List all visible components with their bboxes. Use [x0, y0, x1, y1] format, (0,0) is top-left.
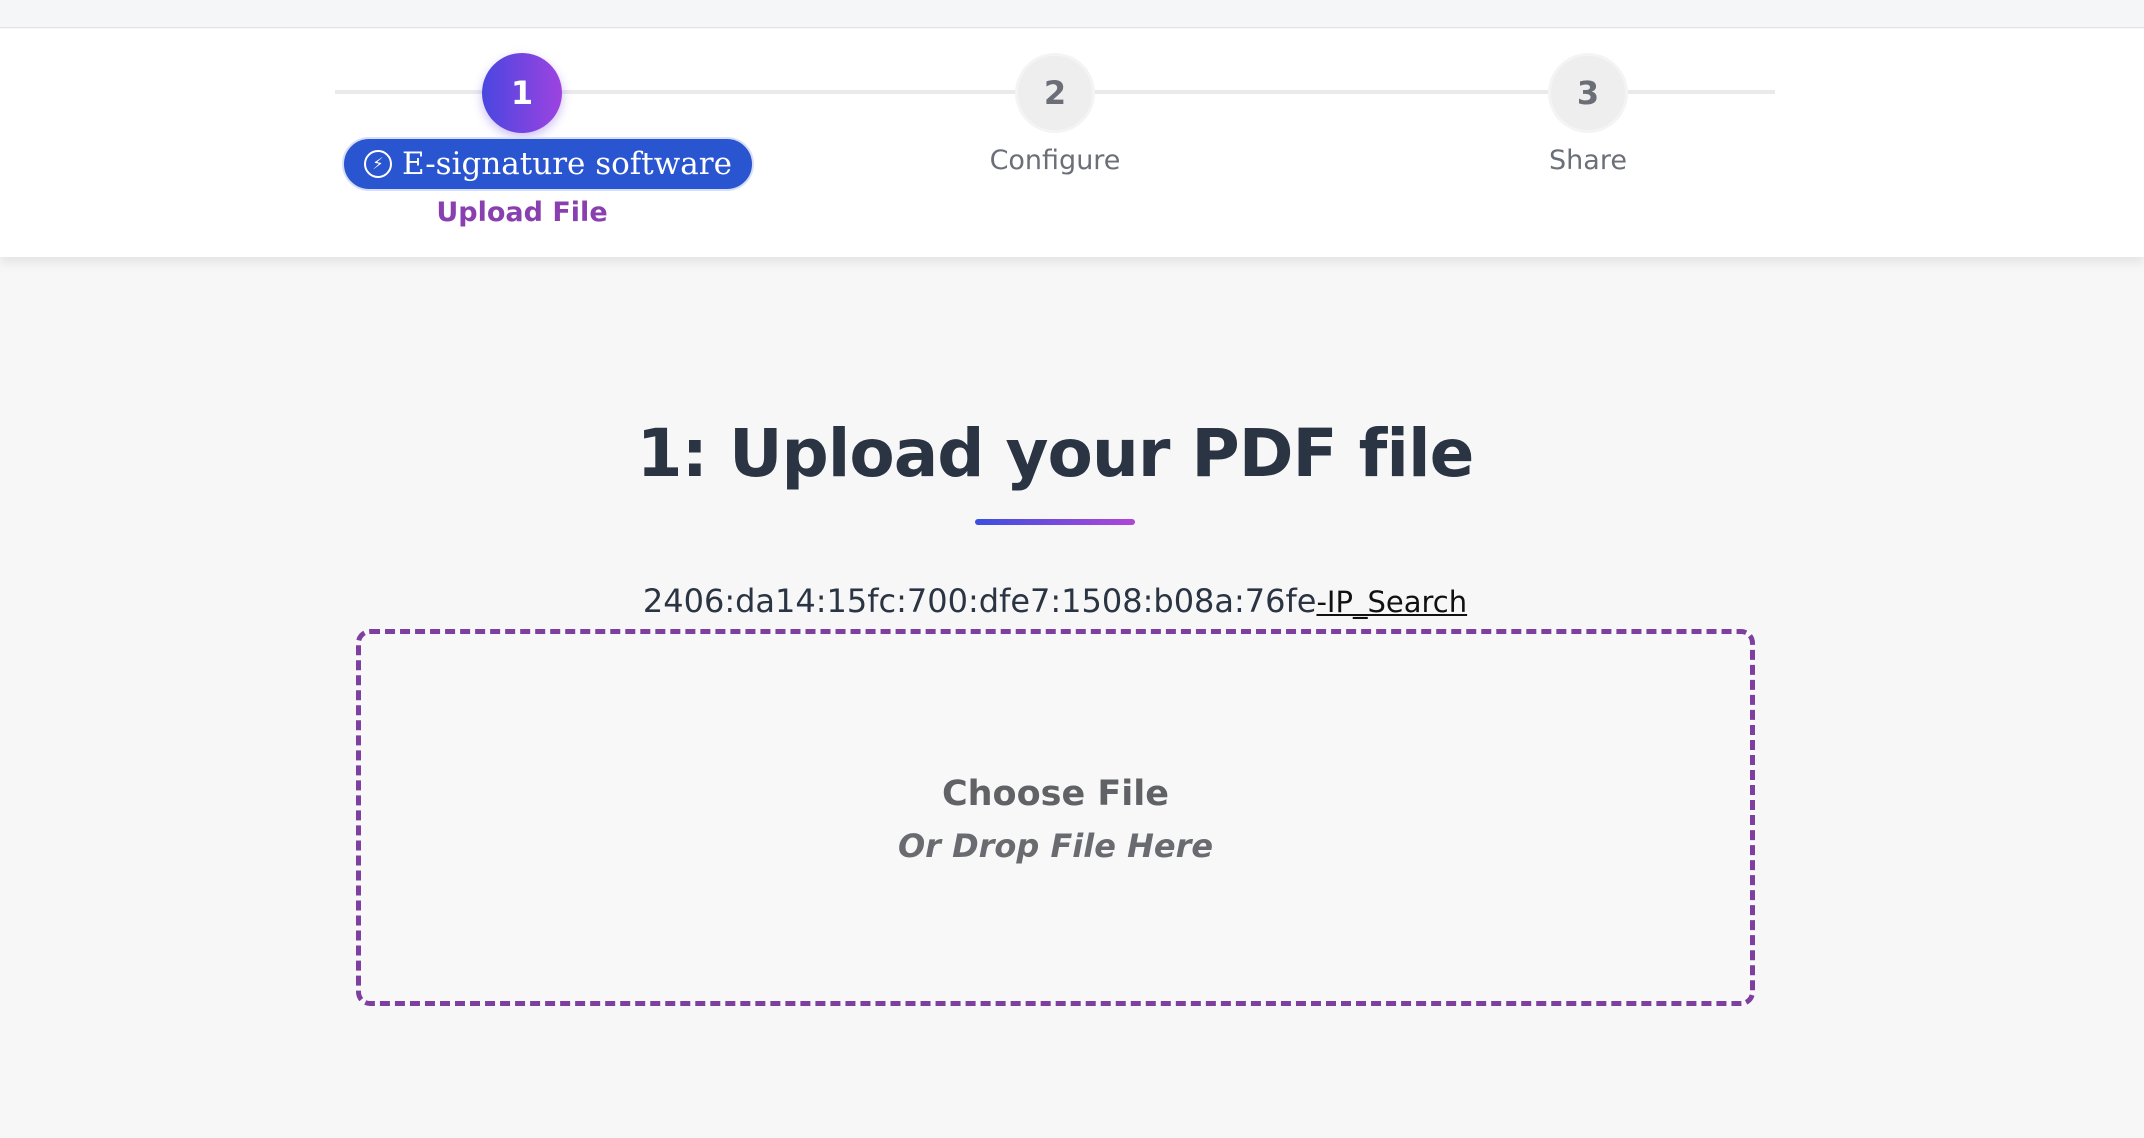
ip-address-text: 2406:da14:15fc:700:dfe7:1508:b08a:76fe — [642, 582, 1317, 620]
step-configure[interactable]: 2 Configure — [875, 53, 1235, 176]
step-upload[interactable]: 1 ⚡ E-signature software Upload File — [342, 53, 754, 228]
browser-top-strip — [0, 0, 2144, 28]
ip-search-link[interactable]: -IP_Search — [1316, 585, 1467, 619]
drop-file-hint: Or Drop File Here — [897, 827, 1214, 865]
step-share[interactable]: 3 Share — [1408, 53, 1768, 176]
esignature-ad-button[interactable]: ⚡ E-signature software — [342, 137, 754, 191]
choose-file-button[interactable]: Choose File — [361, 774, 1750, 814]
step-1-circle[interactable]: 1 — [482, 53, 562, 133]
step-3-label: Share — [1549, 145, 1627, 176]
title-underline — [975, 519, 1135, 525]
ad-pill-label: E-signature software — [402, 146, 732, 182]
ip-address-line: 2406:da14:15fc:700:dfe7:1508:b08a:76fe-I… — [0, 582, 2110, 620]
step-3-circle[interactable]: 3 — [1548, 53, 1628, 133]
step-2-circle[interactable]: 2 — [1015, 53, 1095, 133]
step-1-label: Upload File — [436, 197, 608, 228]
step-2-label: Configure — [989, 145, 1121, 176]
file-dropzone[interactable]: Choose File Or Drop File Here — [356, 629, 1755, 1006]
progress-stepper: 1 ⚡ E-signature software Upload File 2 C… — [0, 29, 2144, 257]
bolt-icon: ⚡ — [364, 150, 392, 178]
page-title: 1: Upload your PDF file — [636, 415, 1475, 492]
